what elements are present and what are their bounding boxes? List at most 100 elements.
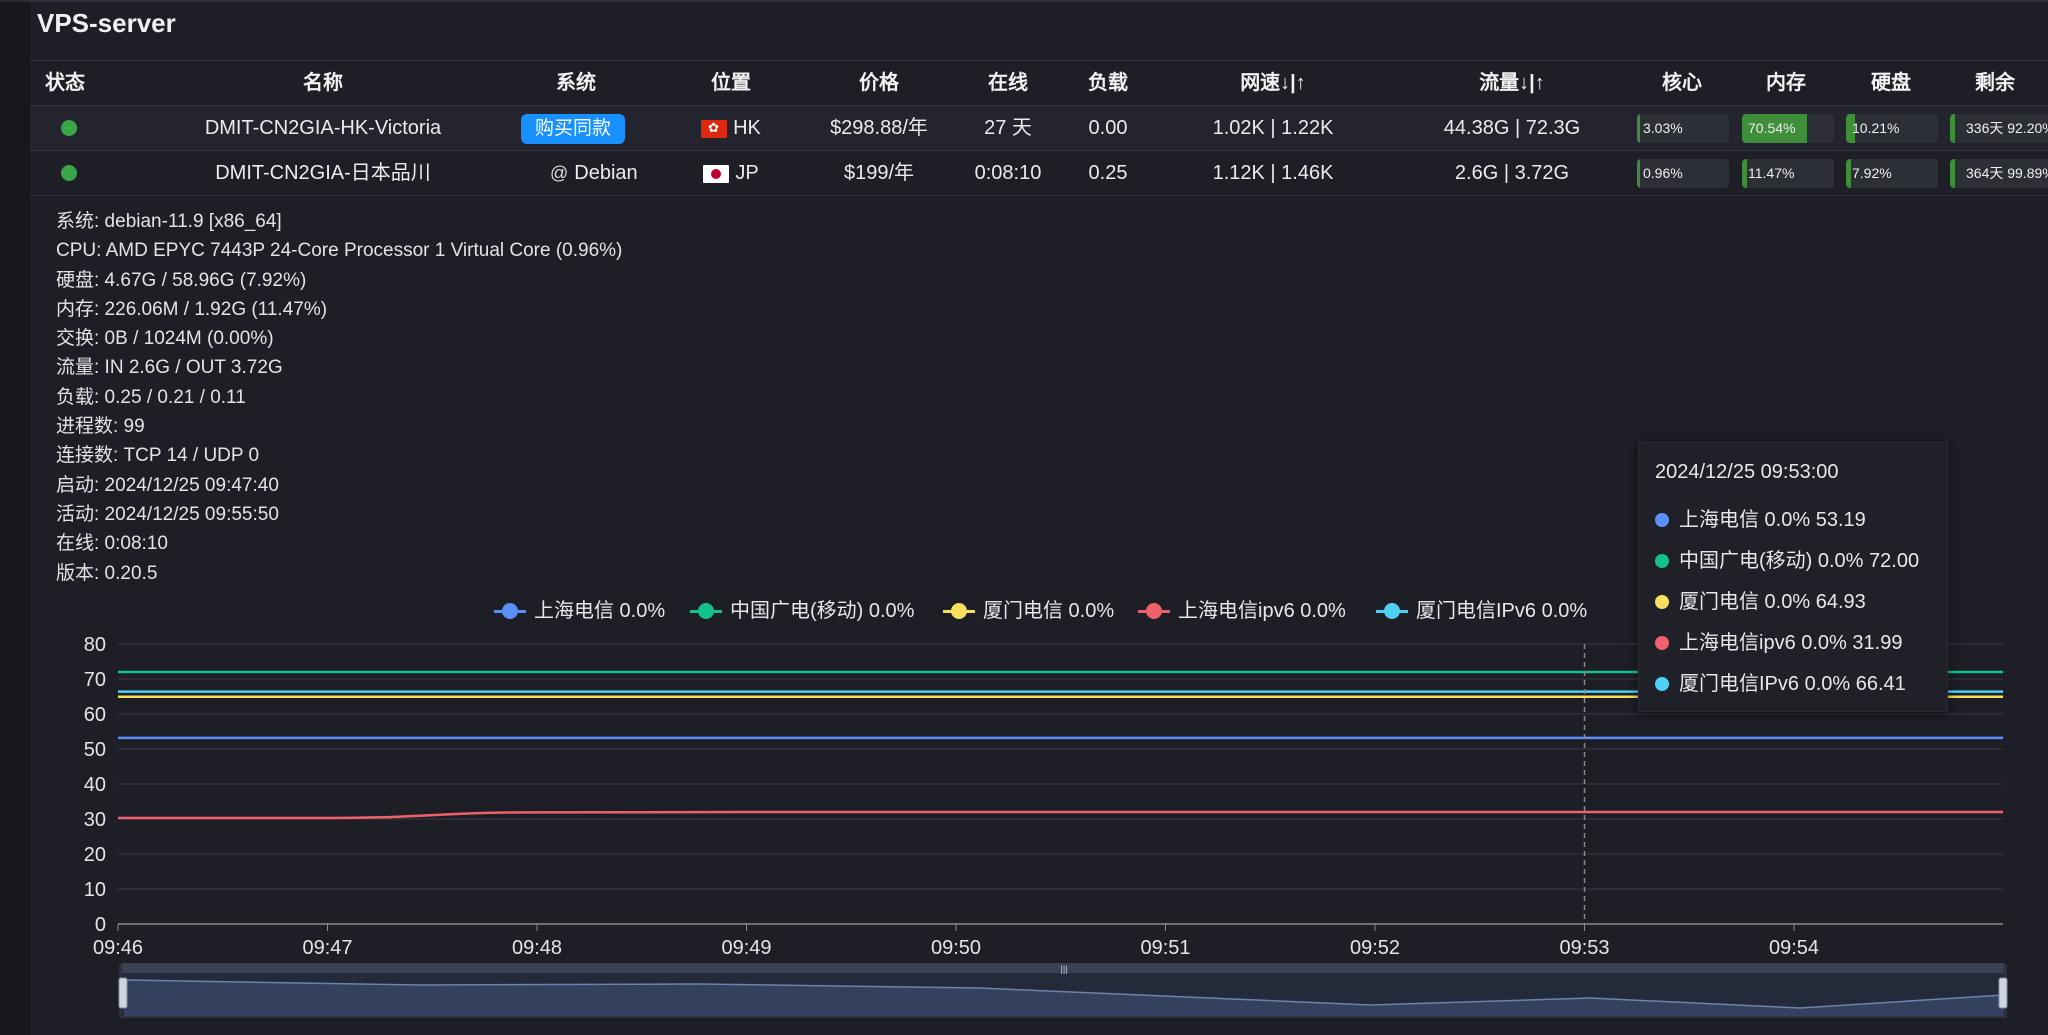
detail-memory: 内存: 226.06M / 1.92G (11.47%) — [56, 298, 328, 320]
y-tick-label: 70 — [84, 669, 106, 691]
buy-same-button[interactable]: 购买同款 — [521, 114, 626, 144]
slider-right-handle[interactable] — [1998, 977, 2008, 1009]
y-tick-label: 60 — [84, 704, 106, 726]
detail-processes: 进程数: 99 — [56, 416, 145, 438]
memory-bar-text: 70.54% — [1748, 120, 1796, 136]
detail-boot: 启动: 2024/12/25 09:47:40 — [56, 474, 279, 496]
series-dot-icon — [1655, 554, 1669, 568]
zoom-slider[interactable]: ||| — [118, 963, 2008, 1018]
location-text: HK — [733, 117, 761, 139]
x-tick-label: 09:49 — [721, 937, 771, 959]
detail-online: 在线: 0:08:10 — [56, 533, 168, 555]
net-speed: 1.12K | 1.46K — [1212, 162, 1334, 184]
col-speed[interactable]: 网速↓|↑ — [1163, 61, 1383, 105]
memory-bar-fill — [1742, 159, 1747, 188]
y-tick-label: 0 — [95, 914, 106, 936]
left-strip — [0, 0, 30, 1035]
legend-symbol-icon — [1376, 596, 1408, 626]
y-tick-label: 80 — [84, 634, 106, 656]
server-name[interactable]: DMIT-CN2GIA-HK-Victoria — [163, 106, 483, 150]
y-axis: 0 10 20 30 40 50 60 70 80 — [84, 634, 106, 936]
slider-preview-area — [124, 980, 2004, 1016]
series-dot-icon — [1655, 513, 1669, 527]
legend-label: 上海电信 0.0% — [534, 600, 666, 622]
debian-icon: @ — [550, 163, 569, 183]
col-traffic[interactable]: 流量↓|↑ — [1382, 61, 1642, 105]
legend-item[interactable]: 上海电信ipv6 0.0% — [1138, 596, 1346, 626]
chart-tooltip: 2024/12/25 09:53:00 上海电信 0.0% 53.19 中国广电… — [1638, 442, 1948, 712]
location-cell: HK — [681, 106, 781, 150]
col-online[interactable]: 在线 — [948, 61, 1068, 105]
col-remain[interactable]: 剩余 — [1945, 61, 2045, 105]
col-disk[interactable]: 硬盘 — [1841, 61, 1941, 105]
series-dot-icon — [1655, 595, 1669, 609]
x-tick-label: 09:46 — [93, 937, 143, 959]
cpu-bar: 3.03% — [1637, 114, 1729, 143]
x-axis: 09:46 09:47 09:48 09:49 09:50 09:51 09:52 09:53… — [93, 924, 1819, 959]
legend-item[interactable]: 厦门电信 0.0% — [943, 596, 1114, 626]
col-name[interactable]: 名称 — [163, 61, 483, 105]
cpu-bar-text: 0.96% — [1643, 165, 1683, 181]
cpu-bar-fill — [1637, 159, 1640, 188]
col-status[interactable]: 状态 — [40, 61, 90, 105]
disk-bar-text: 10.21% — [1852, 120, 1900, 136]
legend-symbol-icon — [943, 596, 975, 626]
tooltip-row: 上海电信ipv6 0.0% 31.99 — [1655, 626, 1902, 655]
col-price[interactable]: 价格 — [799, 61, 959, 105]
col-os[interactable]: 系统 — [506, 61, 646, 105]
tooltip-row-text: 上海电信ipv6 0.0% 31.99 — [1679, 632, 1903, 654]
tooltip-row: 上海电信 0.0% 53.19 — [1655, 503, 1866, 532]
slider-left-handle[interactable] — [118, 977, 128, 1009]
net-speed: 1.02K | 1.22K — [1212, 117, 1334, 139]
detail-load: 负载: 0.25 / 0.21 / 0.11 — [56, 386, 246, 408]
col-location[interactable]: 位置 — [681, 61, 781, 105]
x-tick-label: 09:48 — [512, 937, 562, 959]
x-tick-label: 09:54 — [1769, 937, 1819, 959]
legend-symbol-icon — [1138, 596, 1170, 626]
os-cell: 购买同款 — [506, 106, 686, 150]
location-cell: JP — [681, 151, 781, 195]
legend-item[interactable]: 上海电信 0.0% — [494, 596, 665, 626]
legend-label: 厦门电信 0.0% — [983, 600, 1115, 622]
status-online-dot — [61, 165, 77, 181]
table-row[interactable]: DMIT-CN2GIA-日本品川 @ Debian JP $199/年 0:08:… — [30, 151, 2048, 196]
legend-item[interactable]: 厦门电信IPv6 0.0% — [1376, 596, 1587, 626]
remain-bar-text: 336天 92.20% — [1966, 120, 2048, 136]
memory-bar: 70.54% — [1742, 114, 1834, 143]
series-line — [118, 810, 2003, 820]
detail-swap: 交换: 0B / 1024M (0.00%) — [56, 328, 274, 350]
tooltip-row: 中国广电(移动) 0.0% 72.00 — [1655, 544, 1919, 573]
table-header: 状态 名称 系统 位置 价格 在线 负载 网速↓|↑ 流量↓|↑ 核心 内存 硬… — [30, 60, 2048, 106]
series-dot-icon — [1655, 677, 1669, 691]
y-tick-label: 50 — [84, 739, 106, 761]
y-tick-label: 10 — [84, 879, 106, 901]
detail-traffic: 流量: IN 2.6G / OUT 3.72G — [56, 357, 283, 379]
col-cpu[interactable]: 核心 — [1632, 61, 1732, 105]
legend-item[interactable]: 中国广电(移动) 0.0% — [690, 596, 914, 626]
slider-track — [119, 964, 2007, 1018]
x-tick-label: 09:53 — [1559, 937, 1609, 959]
table-row[interactable]: DMIT-CN2GIA-HK-Victoria 购买同款 HK $298.88/… — [30, 106, 2048, 151]
remain-bar-text: 364天 99.89% — [1966, 165, 2048, 181]
col-memory[interactable]: 内存 — [1736, 61, 1836, 105]
remain-bar-fill — [1950, 159, 1955, 188]
traffic: 2.6G | 3.72G — [1454, 162, 1570, 184]
memory-bar: 11.47% — [1742, 159, 1834, 188]
top-border — [0, 0, 2048, 2]
slider-move-handle[interactable] — [122, 963, 2004, 973]
x-tick-label: 09:50 — [931, 937, 981, 959]
detail-connections: 连接数: TCP 14 / UDP 0 — [56, 445, 260, 467]
legend-label: 中国广电(移动) 0.0% — [730, 600, 915, 622]
detail-disk: 硬盘: 4.67G / 58.96G (7.92%) — [56, 269, 307, 291]
disk-bar: 7.92% — [1846, 159, 1938, 188]
remain-bar-fill — [1950, 114, 1955, 143]
y-tick-label: 40 — [84, 774, 106, 796]
jp-flag-icon — [703, 164, 730, 183]
tooltip-row-text: 厦门电信 0.0% 64.93 — [1679, 591, 1866, 613]
server-details: 系统: debian-11.9 [x86_64] CPU: AMD EPYC 7… — [56, 207, 622, 588]
server-name[interactable]: DMIT-CN2GIA-日本品川 — [163, 151, 483, 195]
col-load[interactable]: 负载 — [1058, 61, 1158, 105]
cpu-bar-fill — [1637, 114, 1640, 143]
status-online-dot — [61, 120, 77, 136]
hk-flag-icon — [701, 119, 728, 138]
